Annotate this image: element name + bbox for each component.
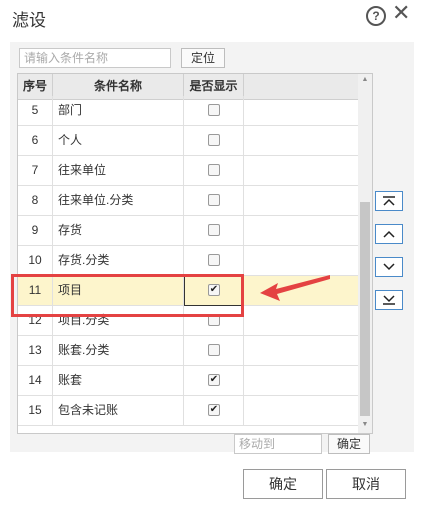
locate-button[interactable]: 定位 (181, 48, 225, 68)
row-condition-name: 往来单位 (53, 156, 184, 185)
table-row[interactable]: 7 往来单位 (18, 156, 358, 186)
row-show-cell (184, 246, 244, 275)
row-condition-name: 包含未记账 (53, 396, 184, 425)
show-checkbox[interactable] (208, 164, 220, 176)
move-top-icon (383, 196, 395, 206)
show-checkbox[interactable] (208, 344, 220, 356)
highlight-box (11, 274, 244, 317)
table-row[interactable]: 10 存货.分类 (18, 246, 358, 276)
row-show-cell: ✔ (184, 366, 244, 395)
table-row[interactable]: 13 账套.分类 (18, 336, 358, 366)
move-to-top-button[interactable] (375, 191, 403, 211)
move-to-input[interactable] (234, 434, 322, 454)
red-arrow-icon (260, 275, 330, 301)
show-checkbox[interactable]: ✔ (208, 404, 220, 416)
row-condition-name: 存货 (53, 216, 184, 245)
row-number: 6 (18, 126, 53, 155)
row-condition-name: 部门 (53, 96, 184, 125)
row-show-cell (184, 186, 244, 215)
scroll-up-arrow-icon[interactable]: ▲ (358, 76, 372, 86)
move-down-icon (383, 263, 395, 271)
move-up-button[interactable] (375, 224, 403, 244)
table-row[interactable]: 8 往来单位.分类 (18, 186, 358, 216)
row-condition-name: 存货.分类 (53, 246, 184, 275)
move-confirm-button[interactable]: 确定 (328, 434, 370, 454)
show-checkbox[interactable] (208, 104, 220, 116)
row-number: 10 (18, 246, 53, 275)
row-number: 7 (18, 156, 53, 185)
ok-button[interactable]: 确定 (243, 469, 323, 499)
show-checkbox[interactable] (208, 134, 220, 146)
move-bottom-icon (383, 295, 395, 305)
move-to-bottom-button[interactable] (375, 290, 403, 310)
table-row[interactable]: 6 个人 (18, 126, 358, 156)
show-checkbox[interactable] (208, 254, 220, 266)
row-show-cell: ✔ (184, 396, 244, 425)
scroll-down-arrow-icon[interactable]: ▼ (358, 421, 372, 431)
cancel-button[interactable]: 取消 (326, 469, 406, 499)
row-number: 8 (18, 186, 53, 215)
table-row[interactable]: 14 账套 ✔ (18, 366, 358, 396)
table-row[interactable]: 15 包含未记账 ✔ (18, 396, 358, 426)
row-number: 14 (18, 366, 53, 395)
help-icon[interactable]: ? (366, 6, 386, 26)
move-up-icon (383, 230, 395, 238)
scrollbar-thumb[interactable] (360, 202, 370, 416)
conditions-table: 序号 条件名称 是否显示 5 部门 6 个人 7 往来单位 8 往来单位.分类 9 存货 10 存货.… (17, 73, 373, 434)
row-show-cell (184, 156, 244, 185)
row-show-cell (184, 126, 244, 155)
row-number: 15 (18, 396, 53, 425)
table-row[interactable]: 5 部门 (18, 96, 358, 126)
search-input[interactable] (19, 48, 171, 68)
row-condition-name: 个人 (53, 126, 184, 155)
row-number: 9 (18, 216, 53, 245)
show-checkbox[interactable]: ✔ (208, 374, 220, 386)
row-show-cell (184, 336, 244, 365)
vertical-scrollbar[interactable]: ▲ ▼ (358, 74, 372, 433)
row-condition-name: 账套.分类 (53, 336, 184, 365)
row-condition-name: 往来单位.分类 (53, 186, 184, 215)
move-down-button[interactable] (375, 257, 403, 277)
close-icon[interactable]: ✕ (392, 0, 410, 26)
row-condition-name: 账套 (53, 366, 184, 395)
show-checkbox[interactable] (208, 194, 220, 206)
row-show-cell (184, 216, 244, 245)
row-number: 13 (18, 336, 53, 365)
dialog-title: 滤设 (12, 11, 46, 30)
table-row[interactable]: 9 存货 (18, 216, 358, 246)
row-number: 5 (18, 96, 53, 125)
row-show-cell (184, 96, 244, 125)
show-checkbox[interactable] (208, 224, 220, 236)
